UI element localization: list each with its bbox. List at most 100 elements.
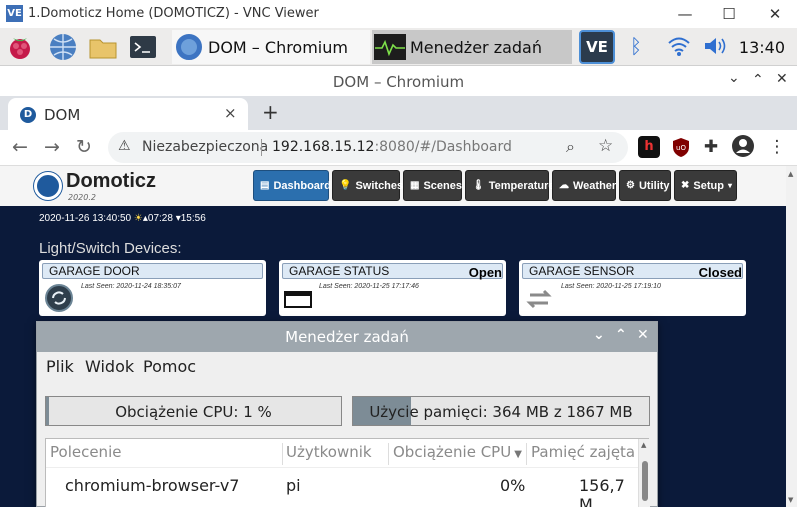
nav-scenes-button[interactable]: ▦ Scenes (403, 170, 462, 201)
nav-switches-button[interactable]: 💡 Switches (332, 170, 404, 201)
nav-dashboard-button[interactable]: ▤ Dashboard (253, 170, 331, 201)
sort-desc-icon: ▼ (514, 449, 522, 460)
task-manager-title-bar[interactable]: Menedżer zadań ⌄ ⌃ ✕ (37, 322, 657, 352)
reload-icon[interactable]: ↻ (76, 136, 92, 158)
column-header-cpu-label: Obciążenie CPU (393, 443, 512, 461)
column-divider[interactable] (526, 443, 527, 465)
taskbar-task-chromium[interactable]: DOM – Chromium (172, 30, 370, 64)
scroll-down-icon[interactable]: ▼ (788, 496, 793, 504)
nav-label: Weather (573, 179, 617, 192)
scenes-icon: ▦ (410, 180, 420, 191)
taskbar-task-label: DOM – Chromium (208, 37, 348, 57)
desktop-taskbar: DOM – Chromium Menedżer zadań VE ᛒ 13:40 (0, 28, 797, 66)
process-user: pi (286, 476, 301, 495)
menu-help[interactable]: Pomoc (143, 357, 196, 376)
header-divider (46, 467, 638, 468)
raspberry-menu-icon[interactable] (5, 32, 35, 62)
url-text[interactable]: 192.168.15.12:8080/#/Dashboard (272, 139, 512, 155)
table-row[interactable]: chromium-browser-v7 pi 0% 156,7 M (46, 469, 638, 507)
nav-label: Utility (638, 179, 670, 192)
domoticz-logo-icon[interactable] (34, 172, 62, 200)
browser-toolbar: ← → ↻ ⚠ Niezabezpieczona 192.168.15.12:8… (0, 130, 797, 166)
wifi-icon[interactable] (666, 33, 692, 63)
maximize-icon[interactable]: ☐ (718, 4, 740, 24)
minimize-icon[interactable]: — (674, 4, 696, 24)
tm-maximize-icon[interactable]: ⌃ (615, 327, 627, 343)
garage-open-icon (284, 290, 312, 308)
tm-minimize-icon[interactable]: ⌄ (593, 327, 605, 343)
address-bar[interactable]: ⚠ Niezabezpieczona 192.168.15.12:8080/#/… (108, 132, 628, 163)
tools-icon: ✖ (681, 180, 690, 191)
nav-temperature-button[interactable]: 🌡 Temperature (465, 170, 555, 201)
device-status: Closed (698, 265, 742, 280)
web-browser-icon[interactable] (48, 32, 78, 62)
sensor-arrows-icon (524, 288, 554, 310)
server-time-line: 2020-11-26 13:40:50 ☀▴07:28 ▾15:56 (39, 213, 206, 224)
tm-close-icon[interactable]: ✕ (637, 327, 649, 343)
nav-label: Temperature (488, 179, 555, 192)
device-last-seen: Last Seen: 2020-11-25 17:17:46 (319, 283, 419, 290)
browser-menu-icon[interactable]: ⋮ (766, 136, 788, 158)
security-status-label: Niezabezpieczona (142, 139, 269, 155)
forward-arrow-icon[interactable]: → (44, 136, 60, 158)
taskbar-task-task-manager[interactable]: Menedżer zadań (372, 30, 572, 64)
device-card-garage-status[interactable]: GARAGE STATUS Open Last Seen: 2020-11-25… (279, 260, 506, 316)
nav-label: Switches (355, 179, 404, 192)
terminal-icon[interactable] (128, 32, 158, 62)
column-divider[interactable] (282, 443, 283, 465)
system-monitor-icon (374, 34, 406, 60)
device-card-garage-sensor[interactable]: GARAGE SENSOR Closed Last Seen: 2020-11-… (519, 260, 746, 316)
memory-meter: Użycie pamięci: 364 MB z 1867 MB (352, 396, 650, 426)
page-scrollbar[interactable]: ▲ ▼ (786, 166, 797, 507)
menu-view[interactable]: Widok (85, 357, 134, 376)
url-path: :8080/#/Dashboard (374, 139, 512, 155)
sun-icon: ☀ (133, 213, 143, 224)
volume-icon[interactable] (702, 34, 728, 62)
scrollbar-thumb[interactable] (642, 461, 648, 501)
nav-label: Setup (693, 179, 724, 192)
window-chevron-down-icon[interactable]: ⌄ (728, 70, 740, 86)
scroll-up-icon[interactable]: ▲ (641, 441, 646, 449)
close-icon[interactable]: ✕ (764, 4, 786, 24)
menu-file[interactable]: Plik (46, 357, 74, 376)
svg-text:uO: uO (676, 144, 686, 152)
domoticz-logo-text[interactable]: Domoticz (66, 170, 156, 193)
column-divider[interactable] (388, 443, 389, 465)
device-last-seen: Last Seen: 2020-11-24 18:35:07 (81, 283, 181, 290)
device-card-garage-door[interactable]: GARAGE DOOR Last Seen: 2020-11-24 18:35:… (39, 260, 266, 316)
file-manager-icon[interactable] (88, 32, 118, 62)
tab-close-icon[interactable]: × (224, 104, 237, 122)
taskbar-task-label: Menedżer zadań (410, 37, 542, 57)
column-header-cpu[interactable]: Obciążenie CPU ▼ (393, 443, 522, 461)
new-tab-button[interactable]: + (262, 100, 279, 124)
task-manager-title: Menedżer zadań (285, 328, 409, 346)
profile-avatar-icon[interactable] (732, 135, 754, 157)
process-memory: 156,7 M (579, 476, 625, 507)
nav-utility-button[interactable]: ⚙ Utility (619, 170, 671, 201)
column-header-command[interactable]: Polecenie (50, 443, 121, 461)
ublock-icon[interactable]: uO (670, 136, 692, 158)
column-header-user[interactable]: Użytkownik (286, 443, 372, 461)
garage-door-toggle-icon[interactable] (45, 284, 73, 312)
nav-setup-button[interactable]: ✖ Setup ▾ (674, 170, 737, 201)
scroll-up-icon[interactable]: ▲ (788, 170, 793, 178)
window-close-icon[interactable]: ✕ (776, 71, 788, 87)
bluetooth-icon[interactable]: ᛒ (630, 34, 642, 58)
domoticz-header: Domoticz 2020.2 ▤ Dashboard 💡 Switches ▦ Sc… (0, 166, 786, 206)
tray-clock[interactable]: 13:40 (739, 38, 785, 57)
bookmark-star-icon[interactable]: ☆ (598, 136, 613, 156)
back-arrow-icon[interactable]: ← (12, 136, 28, 158)
extensions-puzzle-icon[interactable]: ✚ (700, 136, 722, 158)
vnc-server-tray-icon[interactable]: VE (579, 30, 615, 64)
nav-weather-button[interactable]: ☁ Weather (552, 170, 616, 201)
warning-icon[interactable]: ⚠ (118, 138, 131, 154)
server-time: 2020-11-26 13:40:50 (39, 213, 132, 224)
column-header-memory[interactable]: Pamięć zajęta (531, 443, 635, 461)
tab-dom[interactable]: D DOM × (8, 98, 248, 130)
window-chevron-up-icon[interactable]: ⌃ (752, 72, 764, 88)
zoom-icon[interactable]: ⌕ (566, 137, 575, 157)
chromium-icon (176, 34, 202, 60)
task-manager-window: Menedżer zadań ⌄ ⌃ ✕ Plik Widok Pomoc Ob… (36, 321, 658, 507)
extension-h-icon[interactable]: h (638, 136, 660, 158)
process-table-scrollbar[interactable]: ▲ (638, 439, 650, 507)
